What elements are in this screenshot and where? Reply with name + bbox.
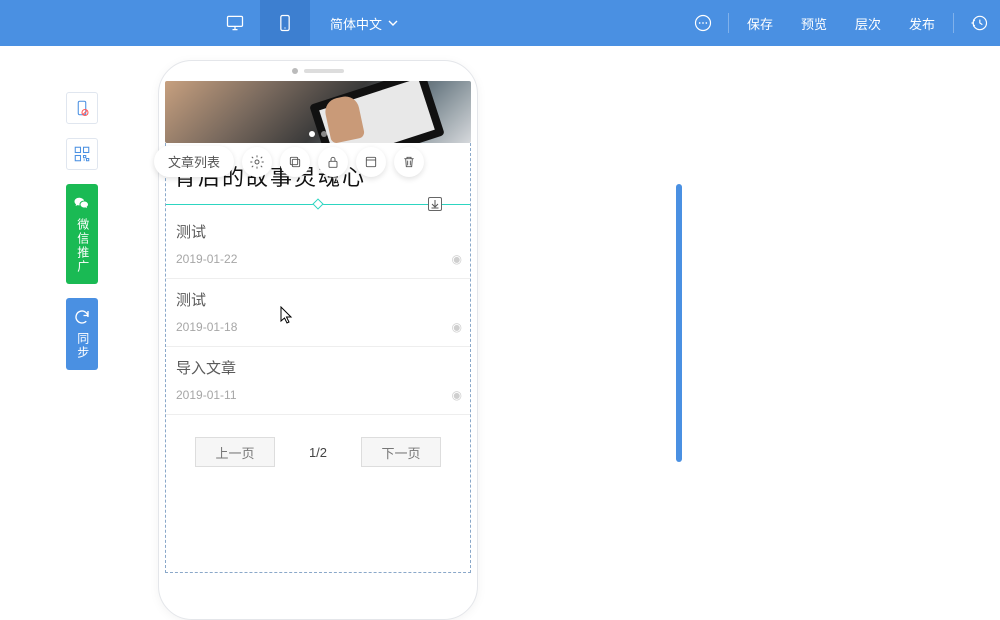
next-label: 下一页 <box>382 443 421 462</box>
article-date: 2019-01-18 <box>176 320 460 334</box>
top-bar: 简体中文 保存 预览 层次 发布 <box>0 0 1000 46</box>
next-page-button[interactable]: 下一页 <box>361 437 441 467</box>
separator <box>728 13 729 33</box>
sync-label: 同步 <box>74 332 90 360</box>
article-title: 测试 <box>176 289 460 310</box>
preview-button[interactable]: 预览 <box>787 0 841 46</box>
side-toolbar: 微信推广 同步 <box>66 92 102 370</box>
more-button[interactable] <box>682 0 724 46</box>
device-switch-group: 简体中文 <box>210 0 398 46</box>
no-mobile-icon-button[interactable] <box>66 92 98 124</box>
drag-ruler[interactable] <box>166 197 470 211</box>
layers-button[interactable]: 层次 <box>841 0 895 46</box>
save-label: 保存 <box>747 14 773 33</box>
status-dot <box>292 68 298 74</box>
article-item[interactable]: 导入文章 2019-01-11 ◉ <box>166 347 470 415</box>
layers-label: 层次 <box>855 14 881 33</box>
history-button[interactable] <box>958 0 1000 46</box>
prev-label: 上一页 <box>215 443 254 462</box>
separator <box>953 13 954 33</box>
wechat-label: 微信推广 <box>74 218 90 274</box>
phone-status-bar <box>159 61 477 81</box>
article-date: 2019-01-11 <box>176 388 460 402</box>
page-indicator: 1/2 <box>309 445 327 460</box>
preview-label: 预览 <box>801 14 827 33</box>
hero-pagination <box>165 131 471 137</box>
hero-banner[interactable] <box>165 81 471 143</box>
settings-gear-button[interactable] <box>242 147 272 177</box>
article-item[interactable]: 测试 2019-01-22 ◉ <box>166 211 470 279</box>
wechat-promote-button[interactable]: 微信推广 <box>66 184 98 284</box>
language-label: 简体中文 <box>330 14 382 33</box>
hero-dot[interactable] <box>309 131 315 137</box>
eye-icon: ◉ <box>452 252 462 266</box>
eye-icon: ◉ <box>452 388 462 402</box>
scrollbar-thumb[interactable] <box>676 184 682 462</box>
article-title: 测试 <box>176 221 460 242</box>
article-list-widget[interactable]: 测试 2019-01-22 ◉ 测试 2019-01-18 ◉ 导入文章 201… <box>165 143 471 573</box>
editor-canvas: 测试 2019-01-22 ◉ 测试 2019-01-18 ◉ 导入文章 201… <box>148 46 1000 586</box>
phone-preview: 测试 2019-01-22 ◉ 测试 2019-01-18 ◉ 导入文章 201… <box>158 60 478 620</box>
article-item[interactable]: 测试 2019-01-18 ◉ <box>166 279 470 347</box>
copy-button[interactable] <box>280 147 310 177</box>
publish-label: 发布 <box>909 14 935 33</box>
topbar-right-group: 保存 预览 层次 发布 <box>682 0 1000 46</box>
language-selector[interactable]: 简体中文 <box>330 14 398 33</box>
visibility-button[interactable] <box>356 147 386 177</box>
ruler-handle[interactable] <box>312 198 323 209</box>
widget-toolbar: 文章列表 <box>154 146 424 177</box>
widget-label: 文章列表 <box>168 155 220 170</box>
eye-icon: ◉ <box>452 320 462 334</box>
pagination: 上一页 1/2 下一页 <box>166 437 470 467</box>
anchor-down-icon[interactable] <box>428 197 442 211</box>
chevron-down-icon <box>388 18 398 28</box>
lock-button[interactable] <box>318 147 348 177</box>
sync-button[interactable]: 同步 <box>66 298 98 370</box>
widget-label-pill[interactable]: 文章列表 <box>154 146 234 177</box>
qrcode-button[interactable] <box>66 138 98 170</box>
device-mobile-button[interactable] <box>260 0 310 46</box>
canvas-scrollbar[interactable] <box>676 66 682 586</box>
save-button[interactable]: 保存 <box>733 0 787 46</box>
publish-button[interactable]: 发布 <box>895 0 949 46</box>
device-desktop-button[interactable] <box>210 0 260 46</box>
delete-button[interactable] <box>394 147 424 177</box>
status-bar-shape <box>304 69 344 73</box>
article-date: 2019-01-22 <box>176 252 460 266</box>
prev-page-button[interactable]: 上一页 <box>195 437 275 467</box>
hero-dot[interactable] <box>321 131 327 137</box>
article-title: 导入文章 <box>176 357 460 378</box>
